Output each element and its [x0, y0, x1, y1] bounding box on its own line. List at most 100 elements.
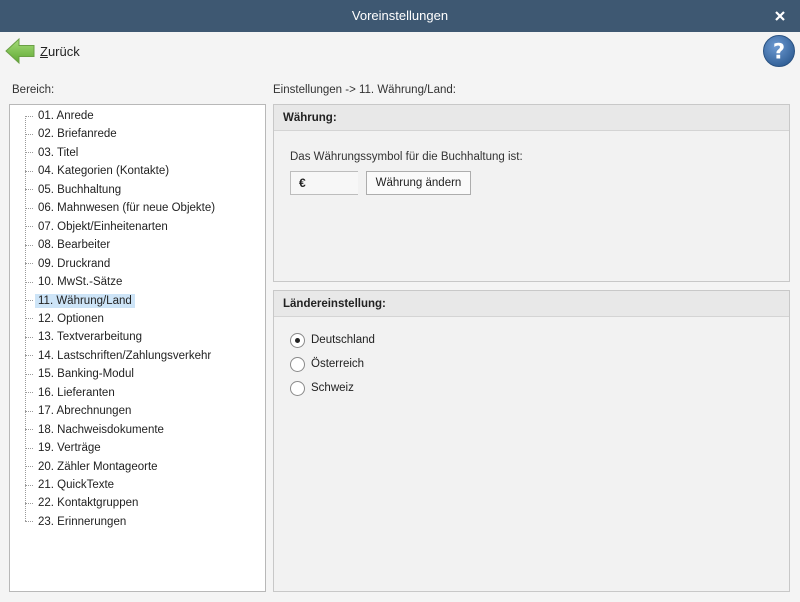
tree-item-label: 12. Optionen	[38, 312, 104, 325]
close-button[interactable]	[770, 6, 790, 26]
country-heading: Ländereinstellung:	[274, 291, 789, 317]
tree-item-label: 11. Währung/Land	[35, 293, 135, 308]
tree-item[interactable]: 01. Anrede	[25, 107, 97, 125]
tree-connector	[25, 447, 33, 449]
radio-circle[interactable]	[290, 332, 305, 348]
title-bar: Voreinstellungen	[0, 0, 800, 32]
tree-item[interactable]: 13. Textverarbeitung	[25, 328, 145, 346]
tree-item[interactable]: 23. Erinnerungen	[25, 513, 129, 531]
tree-item-label: 01. Anrede	[38, 110, 94, 122]
tree-item-label: 17. Abrechnungen	[38, 405, 132, 418]
tree-item-label: 05. Buchhaltung	[38, 183, 122, 196]
country-panel: Ländereinstellung: Deutschland Österreich…	[273, 290, 790, 592]
tree-item-label: 08. Bearbeiter	[38, 239, 111, 252]
tree-connector	[25, 429, 33, 431]
tree-item[interactable]: 17. Abrechnungen	[25, 402, 134, 420]
currency-description: Das Währungssymbol für die Buchhaltung i…	[290, 151, 523, 163]
help-button[interactable]: ?	[762, 34, 796, 68]
tree-item[interactable]: 16. Lieferanten	[25, 384, 118, 402]
tree-connector	[25, 226, 33, 228]
tree-item[interactable]: 10. MwSt.-Sätze	[25, 273, 125, 291]
tree-connector	[25, 521, 33, 523]
back-arrow-icon	[5, 37, 35, 65]
tree-item[interactable]: 18. Nachweisdokumente	[25, 421, 167, 439]
tree-item[interactable]: 05. Buchhaltung	[25, 181, 124, 199]
tree-item-label: 15. Banking-Modul	[38, 368, 134, 381]
tree-connector	[25, 263, 33, 265]
currency-symbol-field: €	[290, 171, 358, 195]
toolbar: Zurück ?	[0, 32, 800, 70]
tree-item-label: 09. Druckrand	[38, 257, 111, 270]
tree-connector	[25, 318, 33, 320]
tree-item[interactable]: 21. QuickTexte	[25, 476, 117, 494]
tree-connector	[25, 281, 33, 283]
tree-item-label: 07. Objekt/Einheitenarten	[38, 220, 168, 233]
tree-item-label: 21. QuickTexte	[38, 479, 115, 491]
radio-label: Österreich	[311, 358, 365, 370]
tree-item[interactable]: 03. Titel	[25, 144, 81, 162]
close-icon	[775, 11, 785, 21]
tree-item[interactable]: 02. Briefanrede	[25, 125, 120, 143]
tree-item-label: 20. Zähler Montageorte	[38, 460, 158, 473]
tree-item[interactable]: 11. Währung/Land	[25, 292, 135, 310]
country-radio[interactable]: Schweiz	[290, 379, 354, 397]
breadcrumb: Einstellungen -> 11. Währung/Land:	[273, 84, 456, 96]
tree-item-label: 03. Titel	[38, 146, 79, 159]
help-icon: ?	[763, 35, 795, 67]
tree-item[interactable]: 04. Kategorien (Kontakte)	[25, 162, 172, 180]
currency-heading: Währung:	[274, 105, 789, 131]
back-label: Zurück	[40, 43, 80, 59]
radio-circle[interactable]	[290, 380, 305, 396]
change-currency-button[interactable]: Währung ändern	[366, 171, 471, 195]
tree-item-label: 14. Lastschriften/Zahlungsverkehr	[38, 349, 212, 362]
tree-item-label: 02. Briefanrede	[38, 128, 117, 141]
tree-item-label: 06. Mahnwesen (für neue Objekte)	[38, 202, 216, 215]
tree-item-label: 22. Kontaktgruppen	[38, 497, 139, 510]
tree-item[interactable]: 07. Objekt/Einheitenarten	[25, 218, 171, 236]
tree-connector	[25, 373, 33, 375]
tree-item[interactable]: 22. Kontaktgruppen	[25, 494, 141, 512]
tree-connector	[25, 502, 33, 504]
tree-connector	[25, 189, 33, 191]
tree-connector	[25, 207, 33, 209]
tree-item-label: 23. Erinnerungen	[38, 515, 127, 528]
tree-connector	[25, 410, 33, 412]
tree-connector	[25, 170, 33, 172]
tree-item[interactable]: 15. Banking-Modul	[25, 365, 137, 383]
tree-item-label: 04. Kategorien (Kontakte)	[38, 165, 170, 178]
tree-item[interactable]: 14. Lastschriften/Zahlungsverkehr	[25, 347, 214, 365]
tree-item[interactable]: 20. Zähler Montageorte	[25, 458, 161, 476]
tree-item-label: 18. Nachweisdokumente	[38, 423, 164, 436]
sidebar-label: Bereich:	[12, 84, 55, 96]
settings-tree[interactable]: 01. Anrede 02. Briefanrede 03. Titel 04. Ka…	[9, 104, 266, 592]
radio-circle[interactable]	[290, 356, 305, 372]
tree-connector	[25, 133, 33, 135]
tree-connector	[25, 392, 33, 394]
window-title: Voreinstellungen	[351, 8, 449, 23]
tree-connector	[25, 336, 33, 338]
tree-item-label: 16. Lieferanten	[38, 386, 115, 399]
tree-item[interactable]: 12. Optionen	[25, 310, 107, 328]
tree-connector	[25, 115, 33, 117]
tree-item[interactable]: 06. Mahnwesen (für neue Objekte)	[25, 199, 218, 217]
currency-panel: Währung: Das Währungssymbol für die Buch…	[273, 104, 790, 282]
tree-item[interactable]: 19. Verträge	[25, 439, 104, 457]
tree-connector	[25, 484, 33, 486]
tree-connector	[25, 244, 33, 246]
tree-connector	[25, 466, 33, 468]
radio-label: Schweiz	[311, 382, 354, 394]
svg-text:?: ?	[773, 40, 785, 64]
tree-item[interactable]: 09. Druckrand	[25, 255, 113, 273]
back-button[interactable]: Zurück	[4, 35, 80, 67]
tree-item[interactable]: 08. Bearbeiter	[25, 236, 113, 254]
tree-connector	[25, 300, 33, 301]
tree-item-label: 10. MwSt.-Sätze	[38, 276, 123, 289]
tree-connector	[25, 152, 33, 154]
country-radio[interactable]: Deutschland	[290, 331, 375, 349]
country-radio[interactable]: Österreich	[290, 355, 364, 373]
tree-connector	[25, 355, 33, 357]
tree-item-label: 19. Verträge	[38, 442, 101, 455]
radio-label: Deutschland	[311, 334, 375, 346]
tree-item-label: 13. Textverarbeitung	[38, 331, 142, 344]
radio-selected-dot	[295, 337, 300, 343]
